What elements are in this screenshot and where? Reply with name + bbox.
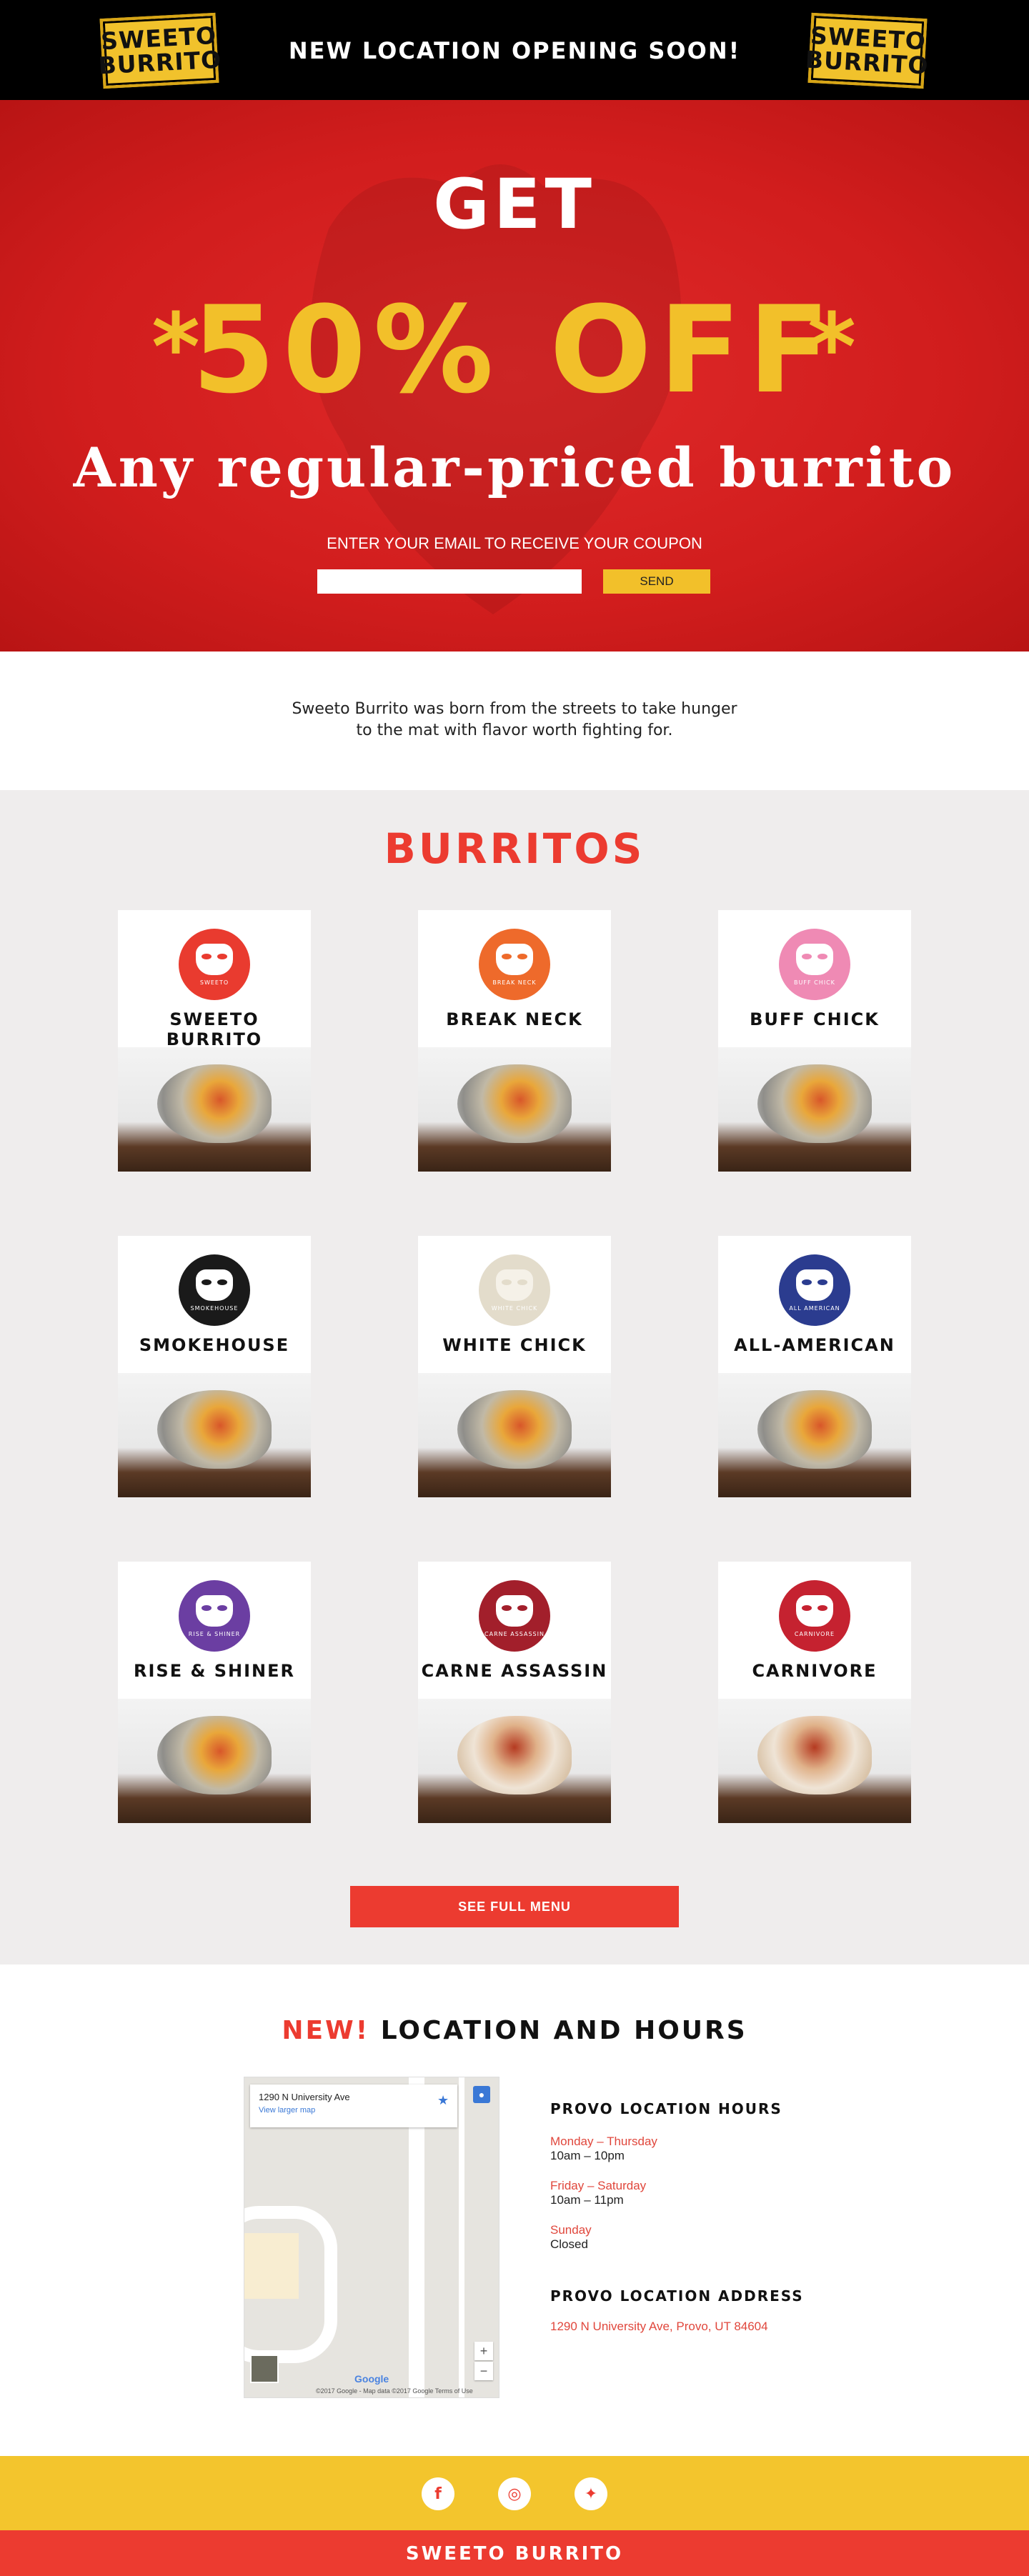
burrito-name: CARNIVORE: [752, 1661, 878, 1681]
intro-text: Sweeto Burrito was born from the streets…: [0, 699, 1029, 742]
mask-badge-icon: SWEETO: [179, 929, 250, 1000]
address-heading: PROVO LOCATION ADDRESS: [550, 2287, 804, 2305]
footer-bar: SWEETO BURRITO: [0, 2530, 1029, 2576]
burritos-section: BURRITOS SWEETO SWEETO BURRITO BREAK NEC…: [0, 790, 1029, 1965]
hours-block: PROVO LOCATION HOURS Monday – Thursday 1…: [550, 2100, 850, 2267]
zoom-in-button[interactable]: +: [474, 2342, 493, 2360]
burrito-name: CARNE ASSASSIN: [421, 1661, 608, 1681]
map-info-card: 1290 N University Ave View larger map ★: [250, 2085, 457, 2127]
hero-offer-text: 50% OFF: [192, 280, 837, 420]
footer-brand: SWEETO BURRITO: [405, 2543, 624, 2565]
hours-days: Friday – Saturday: [550, 2179, 647, 2192]
location-title: NEW! LOCATION AND HOURS: [0, 2016, 1029, 2045]
location-title-new: NEW!: [282, 2016, 370, 2045]
hero-subtitle: Any regular-priced burrito: [73, 436, 956, 499]
street-view-icon[interactable]: ●: [473, 2086, 490, 2103]
intro-line-1: Sweeto Burrito was born from the streets…: [292, 700, 737, 718]
save-star-icon[interactable]: ★: [437, 2093, 449, 2108]
mask-badge-icon: CARNE ASSASSIN: [479, 1580, 550, 1652]
burrito-name: WHITE CHICK: [442, 1335, 587, 1355]
facebook-icon[interactable]: f: [422, 2477, 454, 2510]
google-logo: Google: [354, 2373, 389, 2385]
view-larger-map-link[interactable]: View larger map: [259, 2106, 315, 2115]
zoom-out-button[interactable]: −: [474, 2362, 493, 2380]
intro-line-2: to the mat with flavor worth fighting fo…: [356, 722, 673, 739]
burrito-card[interactable]: SMOKEHOUSE SMOKEHOUSE: [118, 1236, 311, 1497]
social-bar: f ◎ ✦: [0, 2456, 1029, 2530]
burrito-name: RISE & SHINER: [134, 1661, 295, 1681]
hero-banner: GET * 50% OFF * Any regular-priced burri…: [0, 100, 1029, 652]
burrito-card[interactable]: CARNIVORE CARNIVORE: [718, 1562, 911, 1823]
mask-badge-icon: BREAK NECK: [479, 929, 550, 1000]
burritos-title: BURRITOS: [384, 824, 645, 873]
burrito-name: ALL-AMERICAN: [734, 1335, 895, 1355]
mask-badge-icon: SMOKEHOUSE: [179, 1254, 250, 1326]
top-header: SWEETO BURRITO NEW LOCATION OPENING SOON…: [0, 0, 1029, 100]
burrito-photo: [418, 1047, 611, 1172]
burrito-photo: [718, 1047, 911, 1172]
email-input[interactable]: [317, 569, 582, 594]
see-full-menu-button[interactable]: SEE FULL MENU: [350, 1886, 679, 1927]
burrito-photo: [418, 1373, 611, 1497]
burrito-card[interactable]: BUFF CHICK BUFF CHICK: [718, 910, 911, 1172]
hours-days: Monday – Thursday: [550, 2135, 657, 2148]
location-title-rest: LOCATION AND HOURS: [369, 2016, 747, 2045]
instagram-icon[interactable]: ◎: [498, 2477, 531, 2510]
burrito-name: BREAK NECK: [446, 1009, 583, 1029]
map-credit: ©2017 Google - Map data ©2017 Google Ter…: [316, 2387, 473, 2395]
google-map[interactable]: 1290 N University Ave View larger map ★ …: [244, 2077, 499, 2398]
coupon-prompt: ENTER YOUR EMAIL TO RECEIVE YOUR COUPON: [327, 534, 702, 552]
hours-time: 10am – 11pm: [550, 2193, 624, 2207]
hours-heading: PROVO LOCATION HOURS: [550, 2100, 782, 2117]
logo-line2: BURRITO: [804, 45, 930, 80]
send-button[interactable]: SEND: [603, 569, 710, 594]
burrito-card[interactable]: CARNE ASSASSIN CARNE ASSASSIN: [418, 1562, 611, 1823]
burrito-card[interactable]: WHITE CHICK WHITE CHICK: [418, 1236, 611, 1497]
burrito-name: SWEETO BURRITO: [166, 1009, 263, 1049]
burrito-photo: [118, 1047, 311, 1172]
burrito-photo: [118, 1699, 311, 1823]
burrito-card[interactable]: RISE & SHINER RISE & SHINER: [118, 1562, 311, 1823]
burrito-photo: [118, 1373, 311, 1497]
burrito-photo: [718, 1699, 911, 1823]
mask-badge-icon: BUFF CHICK: [779, 929, 850, 1000]
burrito-name: SMOKEHOUSE: [139, 1335, 290, 1355]
satellite-thumbnail[interactable]: [250, 2355, 279, 2383]
hours-days: Sunday: [550, 2223, 592, 2237]
mask-badge-icon: WHITE CHICK: [479, 1254, 550, 1326]
mask-badge-icon: RISE & SHINER: [179, 1580, 250, 1652]
burrito-card[interactable]: BREAK NECK BREAK NECK: [418, 910, 611, 1172]
address-link[interactable]: 1290 N University Ave, Provo, UT 84604: [550, 2320, 768, 2334]
hours-time: Closed: [550, 2237, 588, 2251]
burrito-name: BUFF CHICK: [750, 1009, 880, 1029]
map-address: 1290 N University Ave: [259, 2092, 350, 2102]
twitter-icon[interactable]: ✦: [575, 2477, 607, 2510]
mask-badge-icon: CARNIVORE: [779, 1580, 850, 1652]
hero-get-text: GET: [433, 164, 596, 244]
burrito-card[interactable]: SWEETO SWEETO BURRITO: [118, 910, 311, 1172]
logo-right[interactable]: SWEETO BURRITO: [804, 12, 930, 89]
mask-badge-icon: ALL AMERICAN: [779, 1254, 850, 1326]
burrito-card[interactable]: ALL AMERICAN ALL-AMERICAN: [718, 1236, 911, 1497]
hours-time: 10am – 10pm: [550, 2149, 625, 2162]
burrito-photo: [718, 1373, 911, 1497]
hero-star-right: *: [807, 293, 856, 401]
burrito-photo: [418, 1699, 611, 1823]
